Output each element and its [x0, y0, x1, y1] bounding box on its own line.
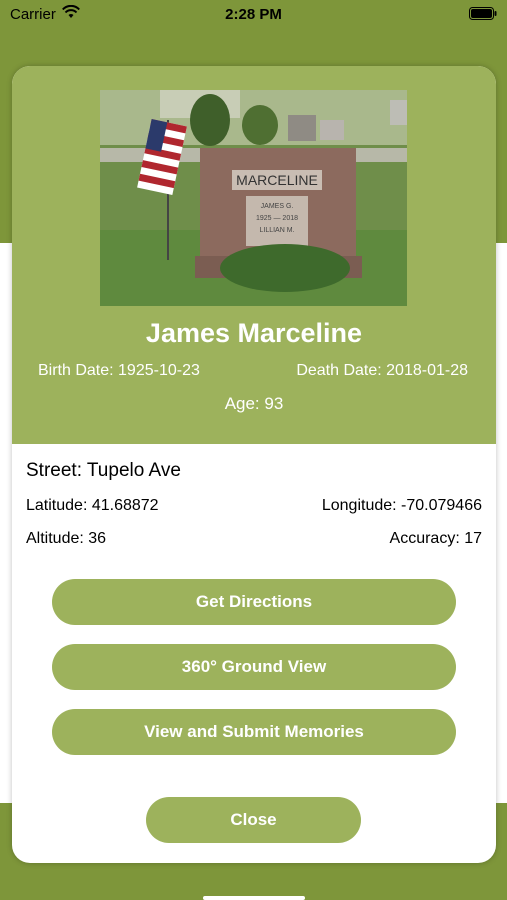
- accuracy-label: Accuracy: 17: [389, 530, 482, 547]
- gravestone-surname: MARCELINE: [236, 172, 318, 188]
- ground-view-button[interactable]: 360° Ground View: [52, 644, 456, 690]
- card-header: MARCELINE JAMES G. 1925 — 2018 LILLIAN M…: [12, 66, 496, 444]
- birth-date: Birth Date: 1925-10-23: [38, 362, 200, 379]
- grave-detail-card: MARCELINE JAMES G. 1925 — 2018 LILLIAN M…: [12, 66, 496, 863]
- altitude-label: Altitude: 36: [26, 530, 107, 547]
- person-name: James Marceline: [145, 318, 363, 348]
- battery-icon: [469, 7, 497, 20]
- clock-time: 2:28 PM: [225, 6, 282, 23]
- gravestone-image: MARCELINE JAMES G. 1925 — 2018 LILLIAN M…: [100, 90, 407, 306]
- memories-button[interactable]: View and Submit Memories: [52, 709, 456, 755]
- get-directions-button[interactable]: Get Directions: [52, 579, 456, 625]
- home-indicator: [203, 896, 305, 900]
- close-button[interactable]: Close: [146, 797, 361, 843]
- gravestone-line-2: 1925 — 2018: [256, 215, 298, 222]
- status-bar: Carrier 2:28 PM: [0, 0, 507, 30]
- street-label: Street: Tupelo Ave: [26, 460, 181, 481]
- death-date: Death Date: 2018-01-28: [296, 362, 468, 379]
- gravestone-line-1: JAMES G.: [261, 203, 294, 210]
- gravestone-line-3: LILLIAN M.: [259, 227, 294, 234]
- longitude-label: Longitude: -70.079466: [321, 497, 482, 514]
- latitude-label: Latitude: 41.68872: [26, 497, 159, 514]
- age: Age: 93: [224, 394, 284, 413]
- gravestone-photo: MARCELINE JAMES G. 1925 — 2018 LILLIAN M…: [100, 90, 407, 306]
